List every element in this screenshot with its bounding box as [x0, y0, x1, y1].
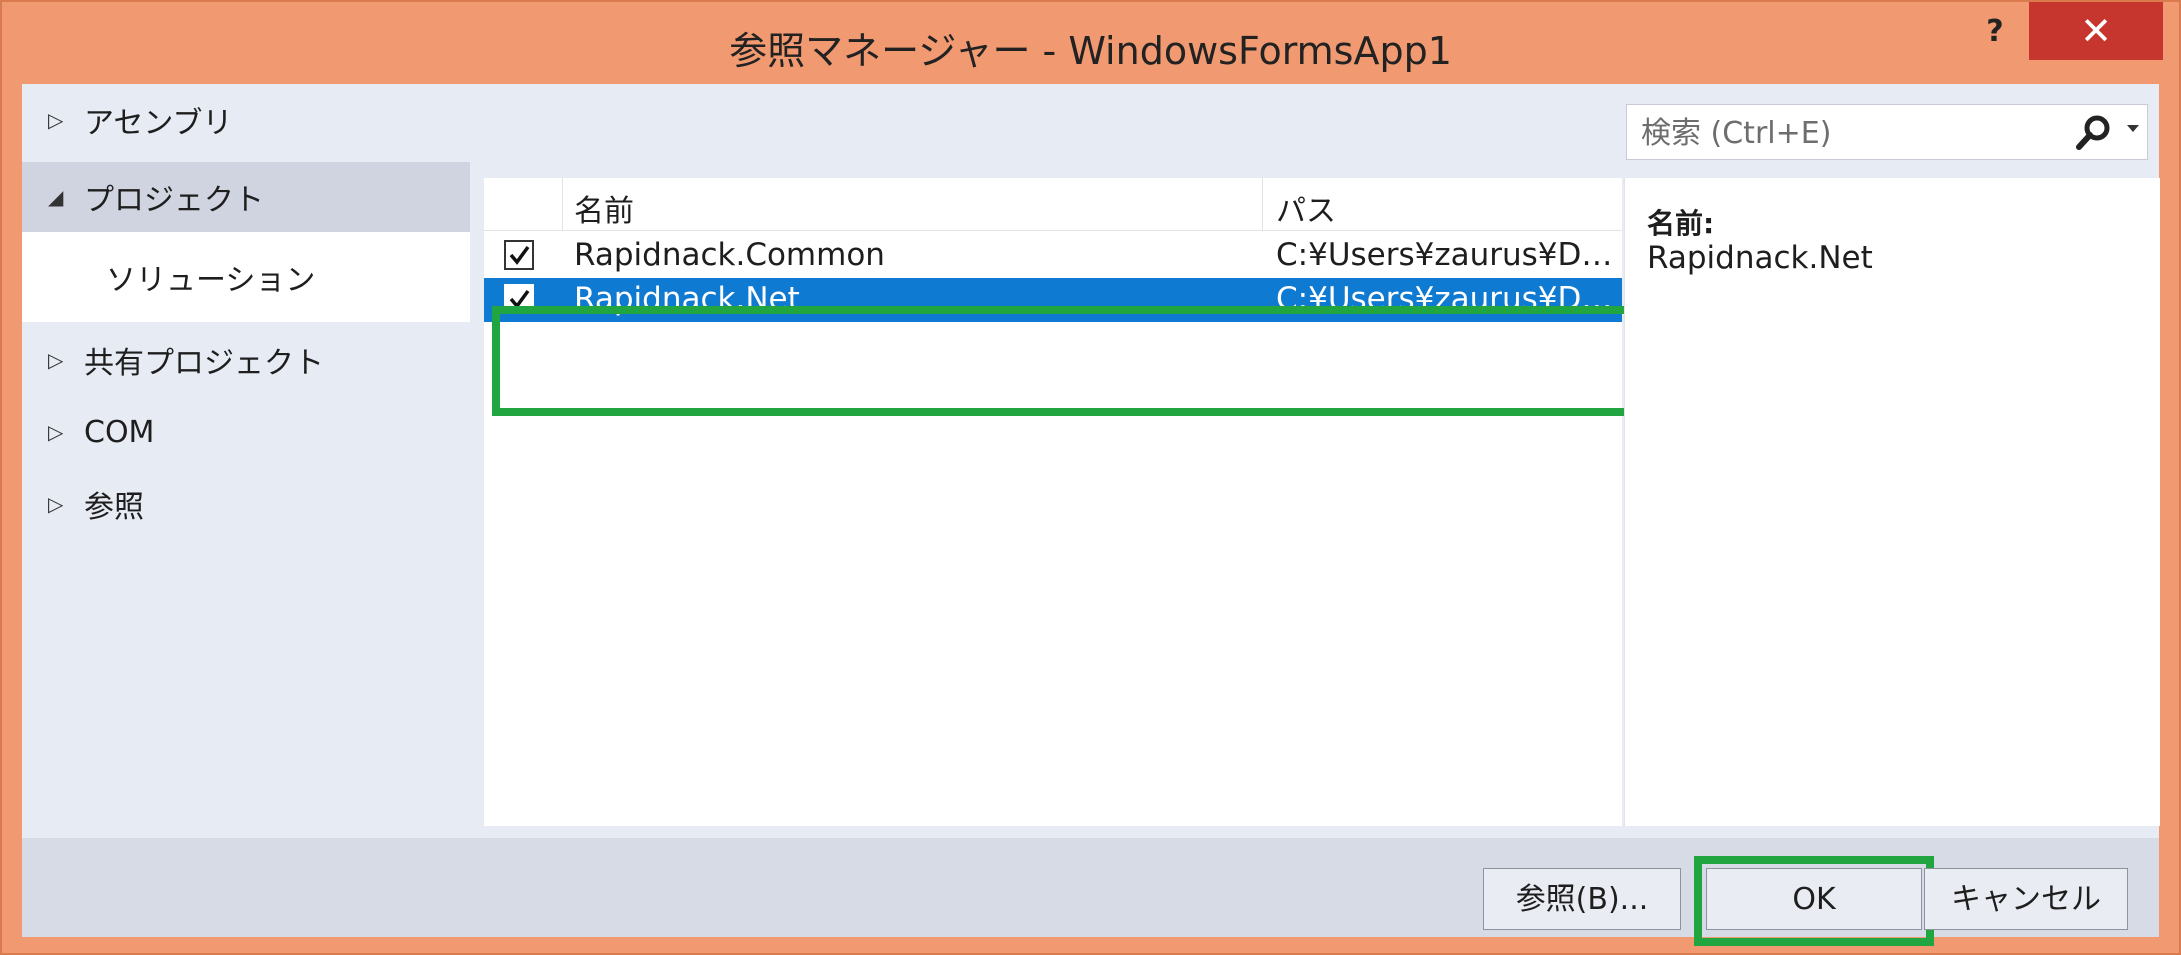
row-path: C:¥Users¥zaurus¥D… [1276, 237, 1613, 273]
column-header-path[interactable]: パス [1276, 186, 1336, 230]
list-header: 名前 パス [484, 178, 1622, 231]
collapse-arrow-icon: ◢ [48, 185, 64, 209]
row-name: Rapidnack.Net [574, 281, 800, 317]
checkmark-icon [509, 289, 530, 309]
list-row[interactable]: Rapidnack.Net C:¥Users¥zaurus¥D… [484, 278, 1622, 322]
search-options-dropdown-icon[interactable] [2127, 125, 2139, 132]
nav-item-com[interactable]: ▷ COM [22, 400, 470, 464]
details-name-value: Rapidnack.Net [1647, 240, 1873, 276]
project-list: 名前 パス Rapidnack.Common C:¥Users¥zaurus¥D… [484, 178, 1622, 826]
row-name: Rapidnack.Common [574, 237, 885, 273]
browse-button[interactable]: 参照(B)... [1483, 868, 1681, 930]
column-separator[interactable] [1262, 178, 1263, 230]
window-title: 参照マネージャー - WindowsFormsApp1 [729, 29, 1452, 73]
nav-item-projects[interactable]: ◢ プロジェクト [22, 162, 470, 232]
nav-item-label: 共有プロジェクト [84, 346, 324, 381]
row-path: C:¥Users¥zaurus¥D… [1276, 281, 1613, 317]
reference-manager-window: 参照マネージャー - WindowsFormsApp1 ? ✕ ▷ アセンブリ … [0, 0, 2181, 955]
close-button[interactable]: ✕ [2029, 2, 2163, 60]
nav-item-label: 参照 [84, 490, 144, 525]
nav-item-label: プロジェクト [84, 183, 264, 218]
cancel-button[interactable]: キャンセル [1924, 868, 2128, 930]
nav-item-solution[interactable]: ソリューション [22, 232, 470, 322]
nav-item-label: アセンブリ [84, 106, 233, 141]
details-pane: 名前: Rapidnack.Net [1624, 178, 2160, 826]
search-box[interactable] [1626, 104, 2148, 160]
dialog-footer: 参照(B)... OK キャンセル [22, 838, 2159, 946]
help-button[interactable]: ? [1967, 10, 2023, 54]
search-input[interactable] [1639, 111, 2053, 155]
category-nav: ▷ アセンブリ ◢ プロジェクト ソリューション ▷ 共有プロジェクト ▷ CO… [22, 84, 470, 838]
details-name-label: 名前: [1647, 207, 1715, 240]
nav-item-browse[interactable]: ▷ 参照 [22, 472, 470, 536]
checkmark-icon [509, 245, 530, 265]
expand-arrow-icon: ▷ [48, 108, 64, 132]
column-header-name[interactable]: 名前 [574, 186, 634, 230]
expand-arrow-icon: ▷ [48, 420, 64, 444]
nav-item-shared-projects[interactable]: ▷ 共有プロジェクト [22, 328, 470, 392]
dialog-client-area: ▷ アセンブリ ◢ プロジェクト ソリューション ▷ 共有プロジェクト ▷ CO… [22, 84, 2160, 946]
expand-arrow-icon: ▷ [48, 348, 64, 372]
reference-checkbox[interactable] [504, 240, 534, 270]
ok-button[interactable]: OK [1706, 868, 1922, 930]
nav-item-assemblies[interactable]: ▷ アセンブリ [22, 88, 470, 152]
title-bar[interactable]: 参照マネージャー - WindowsFormsApp1 ? ✕ [2, 2, 2179, 84]
column-separator[interactable] [562, 178, 563, 230]
list-row[interactable]: Rapidnack.Common C:¥Users¥zaurus¥D… [484, 234, 1622, 278]
nav-item-label: ソリューション [106, 263, 316, 298]
reference-checkbox[interactable] [504, 284, 534, 314]
search-icon[interactable] [2073, 113, 2113, 153]
expand-arrow-icon: ▷ [48, 492, 64, 516]
nav-item-label: COM [84, 414, 155, 450]
